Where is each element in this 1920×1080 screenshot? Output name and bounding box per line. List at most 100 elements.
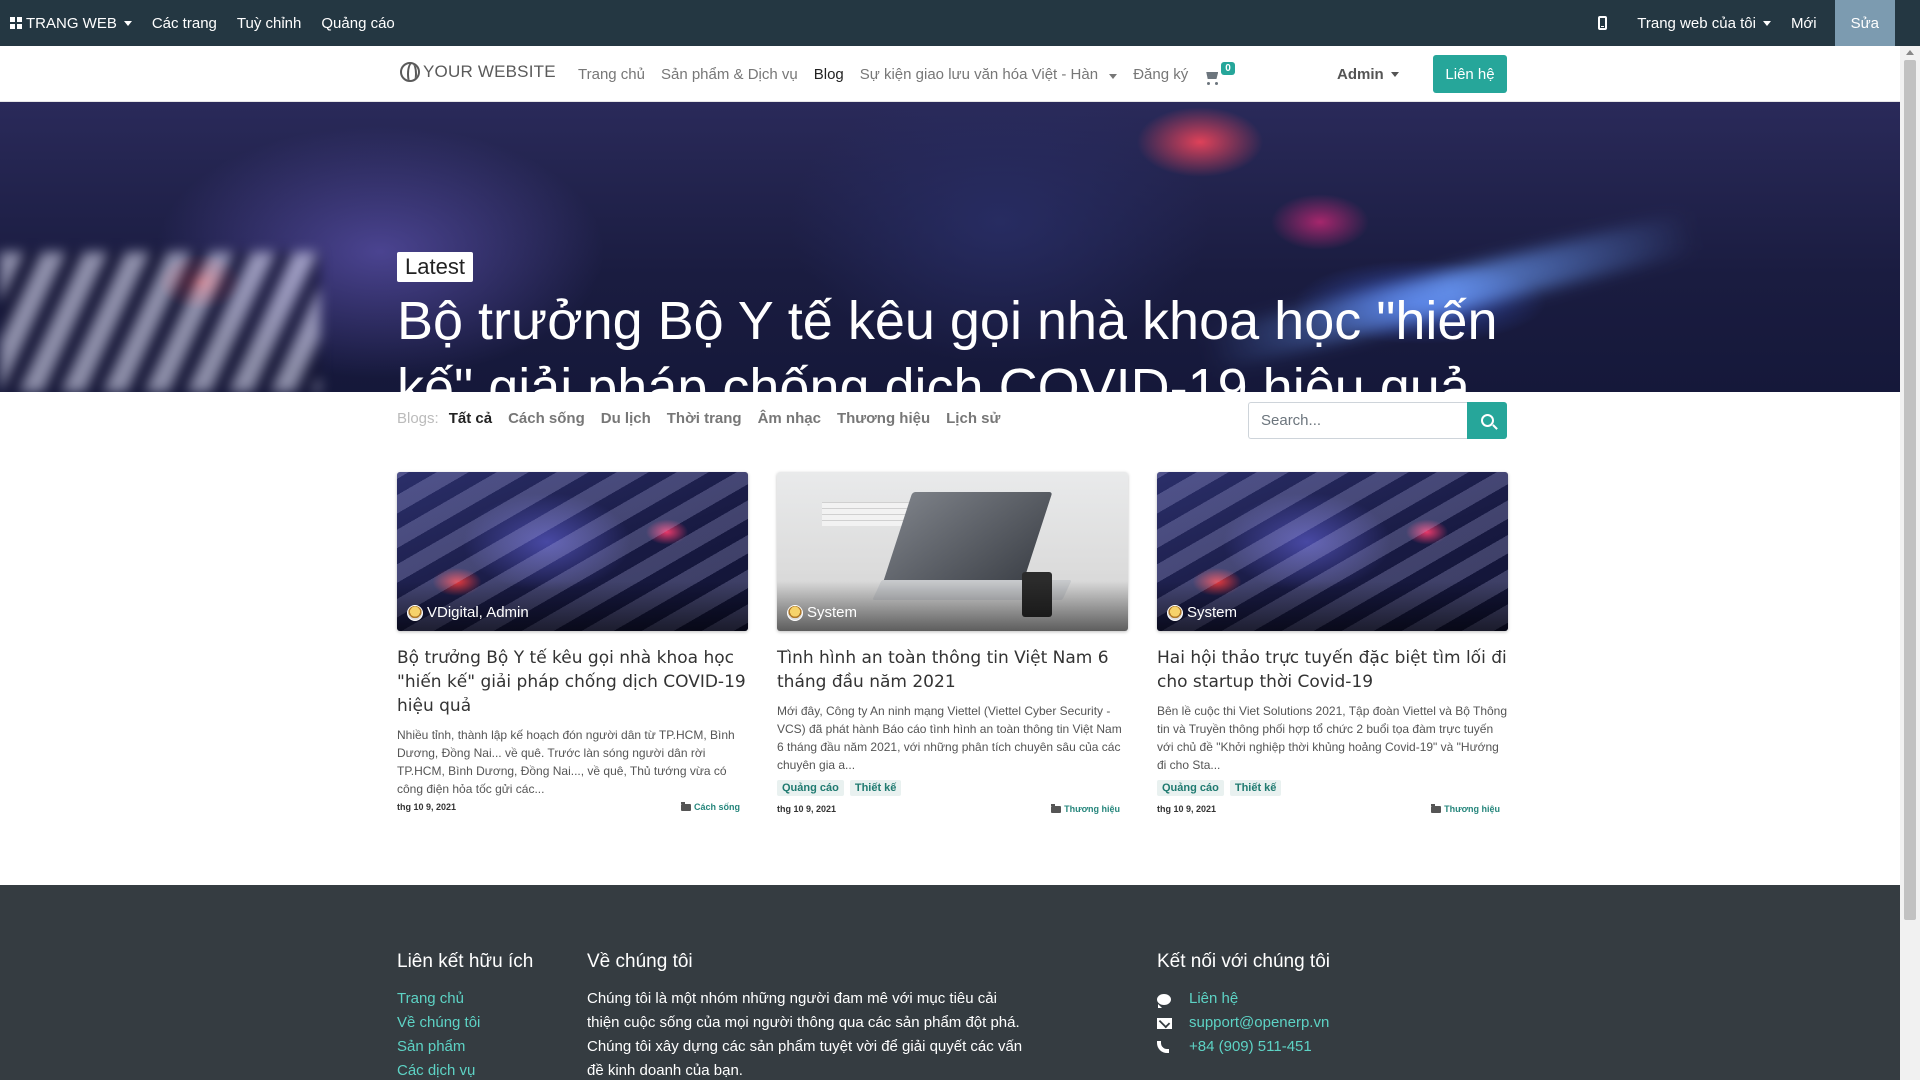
post-cover-image[interactable]: System xyxy=(777,472,1128,631)
admin-menu-customize[interactable]: Tuỳ chỉnh xyxy=(227,0,311,46)
footer-about: Về chúng tôi Chúng tôi là một nhóm những… xyxy=(587,951,1027,1080)
blog-filter-brand[interactable]: Thương hiệu xyxy=(837,410,930,427)
envelope-icon xyxy=(1157,1017,1172,1029)
apps-menu-button[interactable]: TRANG WEB xyxy=(10,0,142,46)
site-footer: Liên kết hữu ích Trang chủ Về chúng tôi … xyxy=(0,885,1900,1080)
post-excerpt: Bên lề cuộc thi Viet Solutions 2021, Tập… xyxy=(1157,704,1508,772)
post-category-link[interactable]: Thương hiệu xyxy=(1051,803,1120,814)
post-title[interactable]: Hai hội thảo trực tuyến đặc biệt tìm lối… xyxy=(1157,646,1508,694)
post-tag[interactable]: Quảng cáo xyxy=(1157,780,1224,796)
post-date: thg 10 9, 2021 xyxy=(397,802,457,812)
admin-menu-promote[interactable]: Quảng cáo xyxy=(311,0,404,46)
chevron-down-icon xyxy=(1390,71,1399,77)
author-avatar xyxy=(1167,604,1183,621)
blog-post-card[interactable]: System Tình hình an toàn thông tin Việt … xyxy=(777,472,1128,814)
blogs-label: Blogs: xyxy=(397,410,439,427)
post-tag[interactable]: Thiết kế xyxy=(849,780,902,796)
hero-keyboard-image xyxy=(0,252,320,392)
my-website-label: Trang web của tôi xyxy=(1637,14,1756,32)
scrollbar-thumb[interactable] xyxy=(1904,60,1916,920)
post-category: Thương hiệu xyxy=(1444,804,1500,814)
post-meta: thg 10 9, 2021 Thương hiệu xyxy=(1157,803,1508,814)
site-header: YOUR WEBSITE Trang chủ Sản phẩm & Dịch v… xyxy=(0,46,1900,102)
post-tags: Quảng cáo Thiết kế xyxy=(1157,780,1508,796)
post-cover-image[interactable]: VDigital, Admin xyxy=(397,472,748,631)
my-website-dropdown[interactable]: Trang web của tôi xyxy=(1627,0,1781,46)
chevron-down-icon xyxy=(1109,73,1118,79)
comment-icon xyxy=(1157,993,1171,1008)
blog-filter-music[interactable]: Âm nhạc xyxy=(758,410,821,427)
edit-button[interactable]: Sửa xyxy=(1834,0,1895,46)
search-button[interactable] xyxy=(1467,402,1507,439)
nav-home[interactable]: Trang chủ xyxy=(570,66,653,83)
hero-banner[interactable]: Latest Bộ trưởng Bộ Y tế kêu gọi nhà kho… xyxy=(0,102,1900,392)
footer-link-about[interactable]: Về chúng tôi xyxy=(397,1011,533,1035)
blog-search xyxy=(1248,402,1507,439)
footer-connect: Kết nối với chúng tôi Liên hệ support@op… xyxy=(1157,951,1330,1059)
chevron-down-icon xyxy=(123,20,132,26)
footer-phone-link[interactable]: +84 (909) 511-451 xyxy=(1189,1035,1312,1059)
search-icon xyxy=(1480,414,1494,427)
apps-menu-label: TRANG WEB xyxy=(26,14,117,32)
post-cover-image[interactable]: System xyxy=(1157,472,1508,631)
post-title[interactable]: Bộ trưởng Bộ Y tế kêu gọi nhà khoa học "… xyxy=(397,646,748,718)
post-date: thg 10 9, 2021 xyxy=(777,804,837,814)
blog-filter-bar: Blogs: Tất cả Cách sống Du lịch Thời tra… xyxy=(397,410,1016,427)
new-button[interactable]: Mới xyxy=(1781,0,1827,46)
page-scrollbar[interactable] xyxy=(1900,46,1920,1080)
footer-about-text: Chúng tôi là một nhóm những người đam mê… xyxy=(587,990,1023,1079)
footer-link-services[interactable]: Các dịch vụ xyxy=(397,1059,533,1080)
post-tag[interactable]: Thiết kế xyxy=(1229,780,1282,796)
nav-events-dropdown[interactable]: Sự kiện giao lưu văn hóa Việt - Hàn xyxy=(852,66,1125,83)
post-title[interactable]: Tình hình an toàn thông tin Việt Nam 6 t… xyxy=(777,646,1128,694)
blog-filter-history[interactable]: Lịch sử xyxy=(946,410,1000,427)
post-author: System xyxy=(787,604,857,621)
blog-post-card[interactable]: System Hai hội thảo trực tuyến đặc biệt … xyxy=(1157,472,1508,814)
hero-title[interactable]: Bộ trưởng Bộ Y tế kêu gọi nhà khoa học "… xyxy=(397,288,1517,392)
post-category-link[interactable]: Cách sống xyxy=(680,801,740,812)
logo-text: YOUR WEBSITE xyxy=(423,62,556,81)
footer-email-link[interactable]: support@openerp.vn xyxy=(1189,1011,1329,1035)
contact-button[interactable]: Liên hệ xyxy=(1433,55,1507,93)
blog-post-card[interactable]: VDigital, Admin Bộ trưởng Bộ Y tế kêu gọ… xyxy=(397,472,748,812)
post-category: Thương hiệu xyxy=(1064,804,1120,814)
globe-icon xyxy=(400,62,420,82)
post-author: VDigital, Admin xyxy=(407,604,529,621)
folder-icon xyxy=(1051,803,1062,813)
nav-products-services[interactable]: Sản phẩm & Dịch vụ xyxy=(653,66,806,83)
post-tag[interactable]: Quảng cáo xyxy=(777,780,844,796)
blog-filter-travel[interactable]: Du lịch xyxy=(601,410,651,427)
apps-grid-icon xyxy=(10,17,22,29)
admin-bar: TRANG WEB Các trang Tuỳ chỉnh Quảng cáo … xyxy=(0,0,1920,46)
footer-contact-link[interactable]: Liên hệ xyxy=(1189,987,1238,1011)
post-category: Cách sống xyxy=(693,802,740,812)
scroll-up-arrow-icon[interactable] xyxy=(1906,50,1914,55)
footer-connect-title: Kết nối với chúng tôi xyxy=(1157,951,1331,972)
user-menu-label: Admin xyxy=(1337,65,1384,83)
blog-filter-fashion[interactable]: Thời trang xyxy=(667,410,742,427)
search-input[interactable] xyxy=(1248,402,1467,439)
nav-register[interactable]: Đăng ký xyxy=(1125,66,1196,83)
cart-button[interactable]: 0 xyxy=(1196,62,1243,85)
mobile-preview-button[interactable] xyxy=(1588,0,1617,46)
author-avatar xyxy=(787,604,803,621)
footer-link-home[interactable]: Trang chủ xyxy=(397,987,533,1011)
chevron-down-icon xyxy=(1762,20,1771,26)
post-category-link[interactable]: Thương hiệu xyxy=(1431,803,1500,814)
author-name: System xyxy=(807,604,858,621)
site-logo[interactable]: YOUR WEBSITE xyxy=(400,62,556,82)
phone-icon xyxy=(1157,1041,1169,1053)
author-name: System xyxy=(1187,604,1238,621)
post-excerpt: Nhiều tỉnh, thành lập kế hoạch đón người… xyxy=(397,728,735,796)
latest-badge: Latest xyxy=(397,252,473,282)
folder-icon xyxy=(1431,803,1442,813)
footer-link-products[interactable]: Sản phẩm xyxy=(397,1035,533,1059)
blog-filter-lifestyle[interactable]: Cách sống xyxy=(508,410,585,427)
post-meta: thg 10 9, 2021 Thương hiệu xyxy=(777,803,1128,814)
blog-filter-all[interactable]: Tất cả xyxy=(449,410,492,427)
nav-blog[interactable]: Blog xyxy=(806,66,852,83)
user-menu-dropdown[interactable]: Admin xyxy=(1337,46,1399,102)
admin-menu-pages[interactable]: Các trang xyxy=(142,0,227,46)
cart-count-badge: 0 xyxy=(1221,62,1235,75)
author-name: VDigital, Admin xyxy=(427,604,529,621)
